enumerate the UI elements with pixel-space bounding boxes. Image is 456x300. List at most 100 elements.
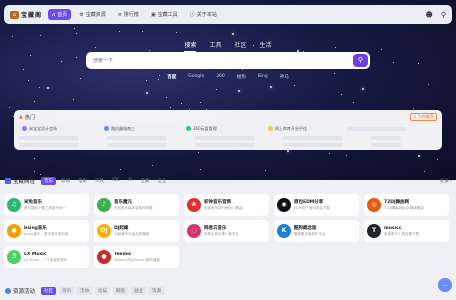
site-card-desc: EDM电子音乐总站下载: [294, 206, 330, 210]
site-card-title: Teemic: [114, 251, 132, 257]
resource-tab-4[interactable]: 网盘: [113, 287, 129, 295]
logo-icon: ⌂: [10, 10, 19, 19]
site-card[interactable]: ♫ 米免音乐 音乐搜索下载工具密写统一: [4, 194, 89, 216]
category-tab-7[interactable]: 企业: [154, 177, 169, 185]
user-icon[interactable]: ☻: [426, 11, 433, 19]
site-card[interactable]: ● Teemic Teemic(听见Music)音乐搜索: [94, 246, 179, 268]
resource-tab-1[interactable]: 资讯: [59, 287, 75, 295]
site-card[interactable]: K 酷狗概念版 酷狗概念版音乐平台: [274, 220, 359, 242]
site-card-desc: Teemic(听见Music)音乐搜索: [114, 257, 160, 262]
site-card[interactable]: ◎ 72DJ舞曲网 72DJ舞曲网北京最新舞曲: [364, 194, 449, 216]
star: [34, 171, 35, 172]
info-icon: ⓘ: [189, 12, 195, 18]
site-card[interactable]: ❀ 彩钟音乐官网 彩钟音乐排行榜热门歌曲: [184, 194, 269, 216]
star: [146, 92, 148, 94]
hot-item[interactable]: 米宝宝设计会场: [19, 124, 95, 133]
star: [30, 55, 31, 56]
star: [238, 90, 240, 92]
category-tab-2[interactable]: 电影: [75, 177, 90, 185]
engine-1[interactable]: Google: [188, 74, 204, 80]
nav-item-4[interactable]: ⓘ 关于本站: [186, 9, 221, 20]
resource-tab-2[interactable]: 活动: [77, 287, 93, 295]
star: [152, 165, 153, 166]
category-tab-3[interactable]: 工具: [92, 177, 107, 185]
hot-item-icon: [268, 126, 273, 131]
nav-item-1[interactable]: ⚙ 宝藏资源: [75, 9, 110, 20]
recommend-button[interactable]: ↓ 为你推荐: [410, 113, 437, 121]
category-tab-0[interactable]: 音乐: [41, 177, 57, 185]
star: [76, 57, 77, 58]
site-card[interactable]: ♬ LX Music LX Music - 一个免费的音乐: [4, 246, 89, 268]
site-card-body: 音乐魔元 在线音乐库收录各种风格: [114, 199, 153, 211]
star: [40, 174, 41, 175]
search-input[interactable]: [93, 57, 353, 64]
resources-title: 资源活动: [13, 289, 36, 295]
hot-item[interactable]: 路由器指南三: [101, 124, 177, 133]
logo[interactable]: ⌂ 宝藏阁: [10, 10, 42, 19]
engine-4[interactable]: Bing: [258, 74, 268, 80]
chat-button[interactable]: …: [438, 278, 452, 292]
star: [265, 170, 266, 171]
site-logo-icon: ◌: [187, 224, 201, 238]
site-card-body: 酷狗概念版 酷狗概念版音乐平台: [294, 225, 326, 237]
hot-item[interactable]: 网上库库开启不佳: [265, 124, 341, 133]
site-card-title: 彩钟音乐官网: [204, 200, 231, 205]
site-logo-icon: DJ: [97, 224, 111, 238]
search-icon[interactable]: ⚲: [441, 11, 446, 19]
site-card[interactable]: ◉ 原包EDM分享 EDM电子音乐总站下载: [274, 194, 359, 216]
star: [200, 102, 201, 103]
site-card-title: 网易云音乐: [204, 226, 227, 231]
star: [9, 107, 10, 108]
site-logo-icon: K: [277, 224, 291, 238]
star: [341, 94, 342, 95]
engine-5[interactable]: 神马: [280, 74, 289, 80]
engine-0[interactable]: 百度: [167, 74, 176, 80]
star: [418, 155, 420, 157]
search-tab-3[interactable]: 生活: [260, 40, 272, 52]
home-icon: ⌂: [52, 11, 56, 18]
star: [413, 108, 414, 109]
star: [119, 31, 120, 32]
search-tab-2[interactable]: 社区: [235, 40, 247, 52]
site-card[interactable]: ♪ 音乐魔元 在线音乐库收录各种风格: [94, 194, 179, 216]
engine-2[interactable]: 360: [216, 74, 225, 80]
site-card[interactable]: DJ DJ起峰 DJ起峰专业高品质舞曲: [94, 220, 179, 242]
search-button[interactable]: ⚲: [353, 54, 368, 67]
category-tab-4[interactable]: IDC: [109, 177, 123, 185]
site-logo-icon: ◎: [367, 198, 381, 212]
engine-3[interactable]: 搜狗: [237, 74, 246, 80]
fire-icon: ▲: [19, 114, 23, 120]
site-card[interactable]: Tmusicc 免费音乐工具合集下载: [364, 220, 449, 242]
site-card-body: LX Music LX Music - 一个免费的音乐: [24, 252, 67, 263]
hot-placeholder: [347, 127, 407, 131]
category-tab-6[interactable]: 宝藏: [137, 177, 152, 185]
resource-tab-0[interactable]: 社区: [41, 287, 57, 295]
site-card-desc: 音乐搜索下载工具密写统一: [24, 206, 66, 210]
hot-item[interactable]: 360云盘管理: [183, 124, 259, 133]
site-card-desc: 网易云音乐是一款专注: [204, 232, 239, 236]
star: [418, 63, 419, 64]
site-logo-icon: T: [367, 224, 381, 238]
site-card[interactable]: ◌ 网易云音乐 网易云音乐是一款专注: [184, 220, 269, 242]
search-tab-1[interactable]: 工具: [209, 40, 221, 52]
nav-item-3[interactable]: ▣ 宝藏工具: [147, 9, 182, 20]
tools-icon: ▣: [150, 11, 156, 18]
category-tab-1[interactable]: 影视: [58, 177, 73, 185]
nav-item-2[interactable]: ≡ 排行榜: [114, 9, 143, 20]
resource-tab-3[interactable]: 论坛: [95, 287, 111, 295]
site-card-title: 72DJ舞曲网: [384, 200, 410, 205]
site-card[interactable]: ● bsing音乐 bsing音乐，数字音乐库封面: [4, 220, 89, 242]
star: [12, 36, 13, 37]
site-card-title: bsing音乐: [24, 226, 47, 231]
search-tab-0[interactable]: 搜索: [184, 40, 197, 52]
resource-tab-5[interactable]: 副业: [131, 287, 147, 295]
nav-item-0[interactable]: ⌂ 首页: [48, 9, 72, 20]
hero-banner: [0, 0, 456, 180]
site-card-title: 音乐魔元: [114, 200, 132, 205]
nav-item-label: 宝藏工具: [157, 12, 178, 18]
more-link[interactable]: 更多 ›: [440, 178, 452, 184]
logo-text: 宝藏阁: [21, 12, 43, 19]
resource-tab-6[interactable]: 资源: [149, 287, 165, 295]
category-tab-5[interactable]: AI: [125, 177, 135, 185]
hot-title: 热门: [24, 114, 35, 121]
